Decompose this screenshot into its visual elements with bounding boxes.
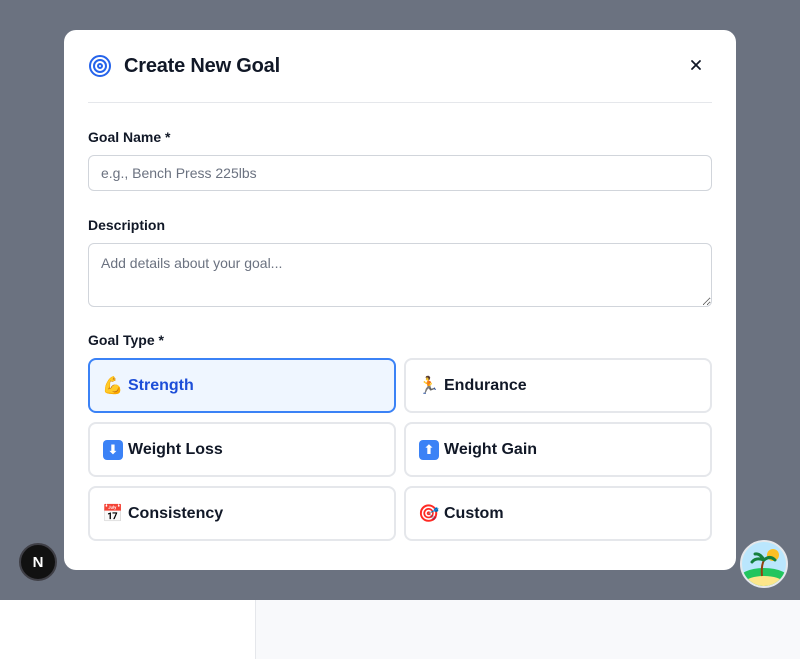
calendar-icon: 📅 — [102, 504, 124, 523]
user-avatar[interactable] — [740, 540, 788, 588]
modal-header: Create New Goal — [88, 30, 712, 103]
beach-island-icon — [742, 542, 786, 586]
target-icon — [88, 54, 112, 78]
goal-type-label-text: Custom — [444, 504, 504, 522]
nextjs-dev-badge[interactable]: N — [19, 543, 57, 581]
page-background — [0, 600, 800, 659]
goal-type-custom[interactable]: 🎯 Custom — [404, 486, 712, 541]
goal-type-label-text: Endurance — [444, 376, 527, 394]
description-textarea[interactable] — [88, 243, 712, 307]
goal-type-label-text: Weight Gain — [444, 440, 538, 458]
create-goal-modal: Create New Goal Goal Name * Description … — [64, 30, 736, 570]
description-label: Description — [88, 217, 166, 233]
dart-target-icon: 🎯 — [418, 504, 440, 523]
runner-icon: 🏃 — [418, 376, 440, 395]
flexed-biceps-icon: 💪 — [102, 376, 124, 395]
down-arrow-icon: ⬇ — [103, 439, 123, 460]
goal-type-weight-gain[interactable]: ⬆ Weight Gain — [404, 422, 712, 477]
goal-type-weight-loss[interactable]: ⬇ Weight Loss — [88, 422, 396, 477]
nextjs-logo-icon: N — [32, 553, 44, 571]
goal-type-label: Goal Type * — [88, 332, 164, 348]
goal-name-label: Goal Name * — [88, 129, 171, 145]
goal-type-label-text: Strength — [128, 376, 194, 394]
goal-type-label-text: Consistency — [128, 504, 224, 522]
close-icon — [689, 58, 703, 77]
goal-type-options: 💪 Strength 🏃 Endurance ⬇ Weight Loss ⬆ W… — [88, 358, 712, 541]
sidebar-panel — [0, 600, 256, 659]
up-arrow-icon: ⬆ — [419, 439, 439, 460]
goal-type-endurance[interactable]: 🏃 Endurance — [404, 358, 712, 413]
goal-type-strength[interactable]: 💪 Strength — [88, 358, 396, 413]
close-button[interactable] — [686, 57, 706, 77]
goal-type-label-text: Weight Loss — [128, 440, 223, 458]
goal-name-input[interactable] — [88, 155, 712, 191]
modal-title: Create New Goal — [124, 54, 280, 77]
goal-type-consistency[interactable]: 📅 Consistency — [88, 486, 396, 541]
